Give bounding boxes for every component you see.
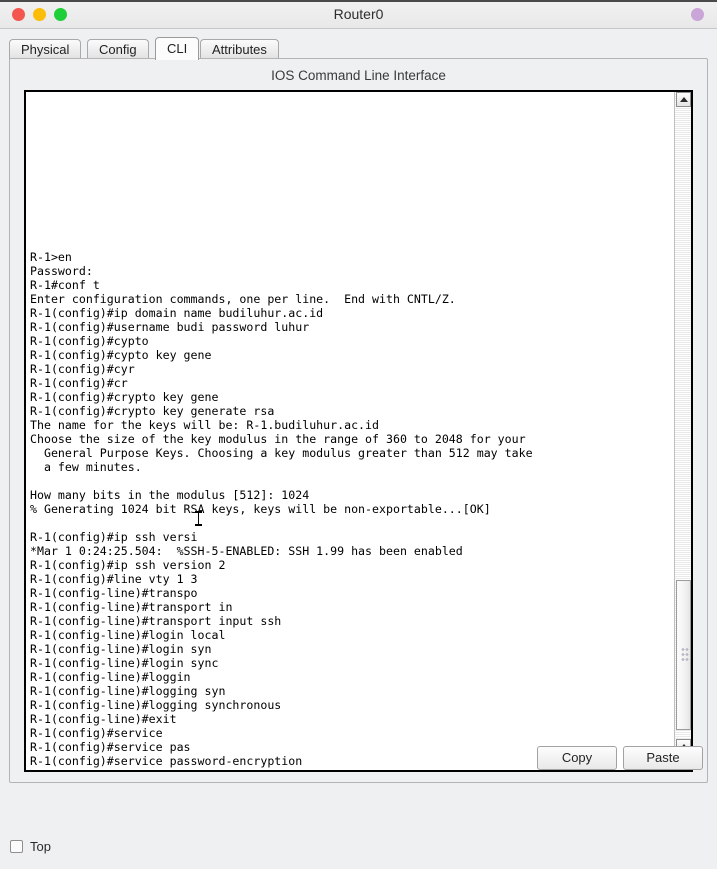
- scroll-up-button-top[interactable]: [676, 92, 691, 107]
- terminal-line: R-1(config)#username budi password luhur: [30, 320, 310, 334]
- status-indicator-dot: [691, 8, 704, 21]
- terminal-line: R-1(config-line)#login syn: [30, 642, 212, 656]
- terminal-line: R-1(config)#ip ssh version 2: [30, 558, 226, 572]
- terminal-line: R-1(config-line)#transport input ssh: [30, 614, 282, 628]
- terminal-line: R-1(config-line)#transport in: [30, 600, 233, 614]
- terminal-line: R-1(config)#cypto: [30, 334, 149, 348]
- terminal-line: R-1>en: [30, 250, 72, 264]
- terminal-line: R-1(config-line)#exit: [30, 712, 177, 726]
- terminal-line: General Purpose Keys. Choosing a key mod…: [30, 446, 533, 460]
- terminal-line: R-1(config)#crypto key gene: [30, 390, 219, 404]
- terminal-line: R-1(config-line)#transpo: [30, 586, 198, 600]
- tab-attributes[interactable]: Attributes: [200, 39, 279, 59]
- top-checkbox-label: Top: [30, 839, 51, 854]
- terminal-line: R-1(config)#ip ssh versi: [30, 530, 198, 544]
- terminal-line: How many bits in the modulus [512]: 1024: [30, 488, 310, 502]
- paste-button[interactable]: Paste: [623, 746, 703, 770]
- tab-config[interactable]: Config: [87, 39, 149, 59]
- terminal-line: R-1(config-line)#login sync: [30, 656, 219, 670]
- terminal-line: R-1(config-line)#logging synchronous: [30, 698, 282, 712]
- terminal-line: R-1(config)#service: [30, 726, 163, 740]
- terminal-line: R-1(config)#ip domain name budiluhur.ac.…: [30, 306, 324, 320]
- top-checkbox-group[interactable]: Top: [10, 839, 51, 854]
- terminal-line: R-1(config)#line vty 1 3: [30, 572, 198, 586]
- terminal-line: R-1(config-line)#login local: [30, 628, 226, 642]
- terminal-line: *Mar 1 0:24:25.504: %SSH-5-ENABLED: SSH …: [30, 544, 463, 558]
- terminal-line: % Generating 1024 bit RSA keys, keys wil…: [30, 502, 491, 516]
- terminal-line: R-1(config)#cr: [30, 376, 128, 390]
- terminal-line: a few minutes.: [30, 460, 142, 474]
- cli-panel: IOS Command Line Interface R-1>en Passwor…: [9, 58, 708, 783]
- terminal-line: The name for the keys will be: R-1.budil…: [30, 418, 380, 432]
- terminal-line: R-1(config-line)#logging syn: [30, 684, 226, 698]
- copy-button[interactable]: Copy: [537, 746, 617, 770]
- terminal-container[interactable]: R-1>en Password: R-1#conf t Enter configura…: [24, 90, 693, 772]
- terminal-line: Enter configuration commands, one per li…: [30, 292, 456, 306]
- window-title: Router0: [333, 6, 384, 22]
- window-titlebar: Router0: [0, 0, 717, 29]
- scrollbar-grip-icon: [681, 647, 689, 663]
- terminal-line: R-1#conf t: [30, 278, 100, 292]
- terminal-line: R-1(config-line)#loggin: [30, 670, 191, 684]
- scrollbar-thumb[interactable]: [676, 580, 691, 730]
- terminal-scrollbar[interactable]: [674, 92, 691, 770]
- tab-bar: Physical Config CLI Attributes: [9, 37, 708, 60]
- terminal-line: R-1(config)#cyr: [30, 362, 135, 376]
- terminal-output[interactable]: R-1>en Password: R-1#conf t Enter configura…: [26, 92, 674, 770]
- panel-title: IOS Command Line Interface: [271, 68, 446, 83]
- tab-cli[interactable]: CLI: [155, 37, 200, 60]
- terminal-line: Password:: [30, 264, 93, 278]
- terminal-line: R-1(config)#cypto key gene: [30, 348, 212, 362]
- chevron-up-icon: [680, 97, 688, 102]
- terminal-line: R-1(config)#crypto key generate rsa: [30, 404, 275, 418]
- terminal-line: Choose the size of the key modulus in th…: [30, 432, 526, 446]
- tab-physical[interactable]: Physical: [9, 39, 82, 59]
- top-checkbox[interactable]: [10, 840, 23, 853]
